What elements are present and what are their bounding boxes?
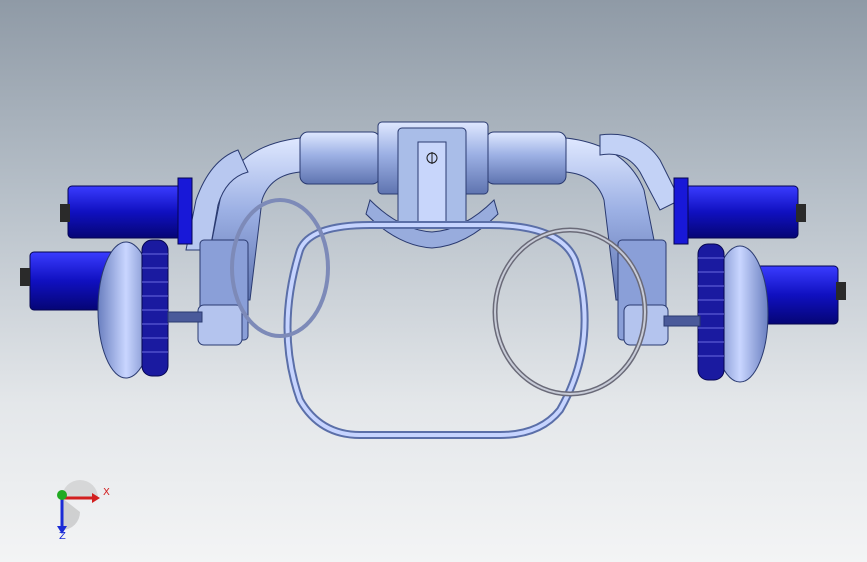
left-motor-upper: [60, 177, 193, 245]
3d-assembly-model[interactable]: [0, 0, 867, 562]
graphics-viewport[interactable]: X Z: [0, 0, 867, 562]
front-loop: [283, 221, 589, 439]
right-motor-upper: [673, 177, 806, 245]
x-axis-label: X: [103, 487, 110, 498]
right-wheel: [697, 243, 769, 383]
z-axis-label: Z: [59, 531, 66, 542]
left-wheel: [97, 239, 169, 379]
